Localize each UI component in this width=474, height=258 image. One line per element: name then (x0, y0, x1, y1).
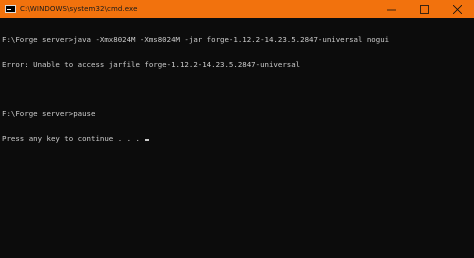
cmd-window: C:\WINDOWS\system32\cmd.exe F:\Forge ser… (0, 0, 474, 258)
minimize-icon (387, 9, 396, 10)
cmd-app-icon[interactable] (5, 5, 16, 13)
text-cursor (145, 138, 150, 141)
console-line: F:\Forge server>pause (2, 109, 96, 119)
console-line: Press any key to continue . . . (2, 133, 145, 143)
title-bar[interactable]: C:\WINDOWS\system32\cmd.exe (0, 0, 474, 18)
minimize-button[interactable] (375, 0, 408, 18)
maximize-button[interactable] (408, 0, 441, 18)
window-title: C:\WINDOWS\system32\cmd.exe (20, 5, 138, 13)
close-button[interactable] (441, 0, 474, 18)
maximize-icon (420, 4, 429, 14)
console-line: Error: Unable to access jarfile forge-1.… (2, 60, 301, 69)
console-line: F:\Forge server>java -Xmx8024M -Xms8024M… (2, 35, 390, 45)
window-controls (375, 0, 474, 18)
console-output[interactable]: F:\Forge server>java -Xmx8024M -Xms8024M… (0, 20, 464, 258)
vertical-scrollbar[interactable] (464, 18, 474, 258)
console-prompt-line: Press any key to continue . . . (2, 133, 464, 143)
close-icon (453, 4, 462, 14)
